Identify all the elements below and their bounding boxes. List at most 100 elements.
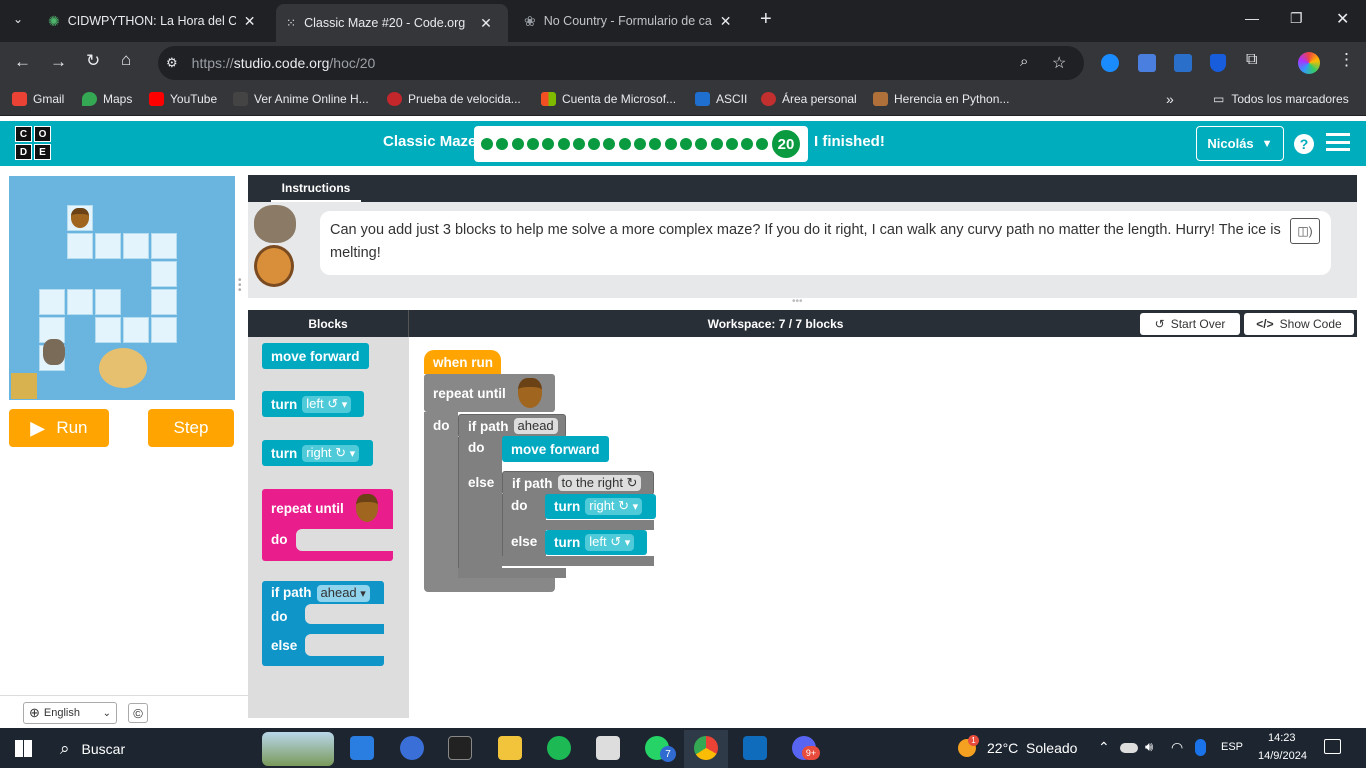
progress-dot[interactable]: [557, 138, 570, 150]
direction-dropdown[interactable]: right ↻ ▾: [302, 444, 360, 462]
more-bookmarks-icon[interactable]: »: [1166, 91, 1174, 107]
progress-dot[interactable]: [603, 138, 616, 150]
forward-icon[interactable]: →: [50, 52, 67, 72]
tab-search-icon[interactable]: ⌄: [13, 12, 23, 26]
close-tab-icon[interactable]: ✕: [244, 13, 256, 30]
back-icon[interactable]: ←: [14, 52, 31, 72]
terminal-icon[interactable]: [448, 736, 472, 760]
move-forward-block[interactable]: move forward: [502, 436, 609, 462]
restore-icon[interactable]: ❐: [1290, 10, 1303, 27]
finished-link[interactable]: I finished!: [814, 133, 885, 150]
input-language[interactable]: ESP: [1221, 741, 1243, 753]
tab-cidwpython[interactable]: ✺ CIDWPYTHON: La Hora del Cód ✕: [38, 6, 270, 36]
tab-classic-maze[interactable]: ⁙ Classic Maze #20 - Code.org ✕: [276, 4, 508, 42]
zoom-icon[interactable]: ⌕: [1020, 53, 1028, 70]
close-tab-icon[interactable]: ✕: [720, 13, 732, 30]
help-button[interactable]: ?: [1294, 134, 1314, 154]
bitwarden-icon[interactable]: [1210, 54, 1226, 72]
user-menu[interactable]: Nicolás ▼: [1196, 126, 1284, 161]
bookmark-speedtest[interactable]: Prueba de velocida...: [387, 92, 521, 106]
clock-time[interactable]: 14:23: [1268, 732, 1296, 744]
windows-start-icon[interactable]: [15, 740, 32, 757]
home-icon[interactable]: ⌂: [121, 50, 131, 70]
bookmark-anime[interactable]: Ver Anime Online H...: [233, 92, 369, 106]
outlook-icon[interactable]: [743, 736, 767, 760]
path-dropdown[interactable]: to the right ↻: [557, 475, 642, 491]
reload-icon[interactable]: ↻: [86, 51, 100, 71]
bookmark-gmail[interactable]: Gmail: [12, 92, 64, 106]
progress-dot[interactable]: [664, 138, 677, 150]
bluetooth-icon[interactable]: [1195, 739, 1206, 756]
progress-dot[interactable]: [588, 138, 601, 150]
progress-dot[interactable]: [725, 138, 738, 150]
new-tab-icon[interactable]: +: [760, 8, 772, 31]
onedrive-icon[interactable]: [1120, 743, 1138, 753]
toolbox-turn-right-block[interactable]: turn right ↻ ▾: [262, 440, 373, 466]
logo-letter[interactable]: D: [15, 144, 32, 160]
progress-dot[interactable]: [481, 138, 493, 150]
progress-dot[interactable]: [679, 138, 692, 150]
all-bookmarks[interactable]: ▭ Todos los marcadores: [1213, 92, 1349, 106]
bookmark-area-personal[interactable]: Área personal: [761, 92, 857, 106]
bookmark-herencia[interactable]: Herencia en Python...: [873, 92, 1009, 106]
store-icon[interactable]: [350, 736, 374, 760]
close-tab-icon[interactable]: ✕: [480, 15, 492, 32]
path-dropdown[interactable]: ahead: [513, 418, 558, 434]
direction-dropdown[interactable]: left ↺ ▾: [302, 395, 352, 413]
run-button[interactable]: ▶ Run: [9, 409, 109, 447]
step-button[interactable]: Step: [148, 409, 234, 447]
volume-icon[interactable]: 🔊︎: [1145, 739, 1153, 755]
progress-dot[interactable]: [511, 138, 524, 150]
extensions-icon[interactable]: ⧉: [1246, 51, 1257, 69]
progress-dot[interactable]: [649, 138, 662, 150]
bookmark-ascii[interactable]: ASCII: [695, 92, 747, 106]
calendar-icon[interactable]: [1174, 54, 1192, 72]
weather-text[interactable]: 22°C Soleado: [987, 740, 1077, 756]
menu-icon[interactable]: ⋮: [1338, 50, 1355, 70]
spotify-icon[interactable]: [547, 736, 571, 760]
level-bubble[interactable]: 20: [770, 128, 802, 160]
hamburger-menu-icon[interactable]: [1326, 133, 1350, 151]
progress-dot[interactable]: [526, 138, 539, 150]
toolbox-move-forward-block[interactable]: move forward: [262, 343, 369, 369]
address-bar[interactable]: ⚙ https://studio.code.org/hoc/20 ⌕ ☆: [158, 46, 1084, 80]
chrome-icon[interactable]: [694, 736, 718, 760]
turn-left-block[interactable]: turn left ↺ ▾: [545, 530, 647, 555]
progress-dot[interactable]: [741, 138, 754, 150]
toolbox-turn-left-block[interactable]: turn left ↺ ▾: [262, 391, 364, 417]
notifications-icon[interactable]: [1324, 739, 1341, 754]
snipping-icon[interactable]: [596, 736, 620, 760]
file-explorer-icon[interactable]: [498, 736, 522, 760]
text-to-speech-icon[interactable]: ◫): [1290, 218, 1320, 244]
start-over-button[interactable]: ↺ Start Over: [1140, 313, 1240, 335]
instructions-tab[interactable]: Instructions: [271, 175, 361, 202]
tab-no-country[interactable]: ❀ No Country - Formulario de cal ✕: [514, 6, 746, 36]
direction-dropdown[interactable]: right ↻ ▾: [585, 498, 643, 515]
logo-letter[interactable]: E: [34, 144, 51, 160]
shazam-icon[interactable]: [1101, 54, 1119, 72]
logo-letter[interactable]: C: [15, 126, 32, 142]
minimize-icon[interactable]: —: [1245, 10, 1259, 26]
language-select[interactable]: ⊕ English ⌄: [23, 702, 117, 724]
bookmark-youtube[interactable]: YouTube: [149, 92, 217, 106]
logo-letter[interactable]: O: [34, 126, 51, 142]
progress-dot[interactable]: [710, 138, 723, 150]
star-icon[interactable]: ☆: [1052, 53, 1066, 73]
progress-dot[interactable]: [542, 138, 555, 150]
if-else-block[interactable]: if path ahead: [458, 414, 566, 438]
site-info-icon[interactable]: ⚙: [166, 55, 178, 71]
if-right-block[interactable]: if path to the right ↻: [502, 471, 654, 495]
when-run-block[interactable]: when run: [424, 350, 501, 374]
divider-handle-icon[interactable]: •••: [792, 296, 803, 307]
progress-dot[interactable]: [756, 138, 769, 150]
progress-dot[interactable]: [634, 138, 646, 150]
turn-right-block[interactable]: turn right ↻ ▾: [545, 494, 656, 519]
progress-dot[interactable]: [695, 138, 708, 150]
progress-dot[interactable]: [572, 138, 585, 150]
app-store-icon[interactable]: [400, 736, 424, 760]
profile-avatar[interactable]: [1298, 52, 1320, 74]
direction-dropdown[interactable]: left ↺ ▾: [585, 534, 635, 551]
translate-icon[interactable]: [1138, 54, 1156, 72]
progress-dot[interactable]: [618, 138, 631, 150]
bookmark-microsoft[interactable]: Cuenta de Microsof...: [541, 92, 676, 106]
